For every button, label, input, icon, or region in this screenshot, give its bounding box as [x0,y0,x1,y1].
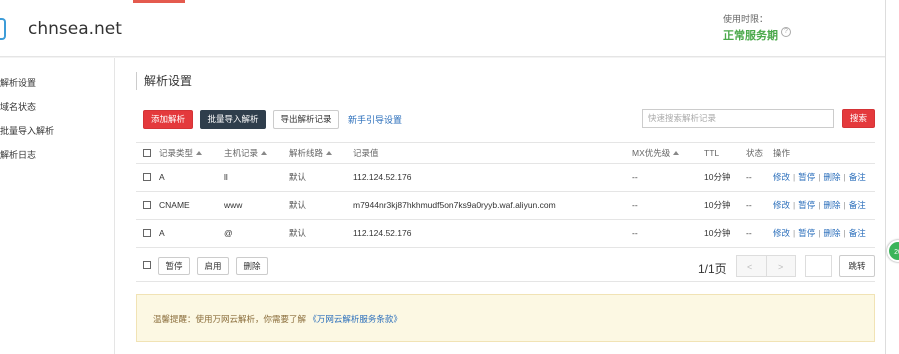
next-page-button[interactable]: > [778,262,783,272]
edit-link[interactable]: 修改 [773,228,790,238]
pause-link[interactable]: 暂停 [798,172,815,182]
row-actions: 修改 | 暂停 | 删除 | 备注 [773,228,866,238]
search-button[interactable]: 搜索 [842,109,875,128]
bulk-pause-button[interactable]: 暂停 [158,257,190,275]
guide-settings-link[interactable]: 新手引导设置 [348,113,402,126]
col-status: 状态 [746,148,764,158]
record-line: 默认 [289,228,307,238]
select-all-checkbox[interactable] [143,149,151,157]
delete-link[interactable]: 删除 [823,172,840,182]
help-icon[interactable]: ? [781,27,791,37]
top-header: chnsea.net 使用时限： 正常服务期 ? [0,0,885,57]
table-header: 记录类型 主机记录 解析线路 记录值 MX优先级 TTL 状态 操作 [136,142,875,164]
record-mx: -- [632,172,638,182]
col-line[interactable]: 解析线路 [289,143,333,165]
record-type: A [159,172,165,182]
page-title: 解析设置 [144,74,193,88]
record-status: -- [746,228,752,238]
sort-icon [673,151,680,155]
active-tab-indicator [133,0,185,3]
jump-button[interactable]: 跳转 [839,255,875,277]
record-status: -- [746,172,752,182]
add-record-button[interactable]: 添加解析 [143,110,193,129]
col-value: 记录值 [353,148,379,158]
record-host: ll [224,172,228,182]
export-records-button[interactable]: 导出解析记录 [273,110,339,129]
record-type: CNAME [159,200,190,210]
service-status: 正常服务期 [723,30,778,42]
pager-text: 1/1页 [698,262,727,276]
col-ttl: TTL [704,148,720,158]
notice-prefix: 温馨提醒：使用万网云解析，你需要了解 [153,314,307,324]
record-value: 112.124.52.176 [353,228,412,238]
record-value: 112.124.52.176 [353,172,412,182]
pause-link[interactable]: 暂停 [798,200,815,210]
prev-page-button[interactable]: < [747,262,752,272]
record-host: @ [224,228,233,238]
footer-select-all-checkbox[interactable] [143,261,151,269]
edit-link[interactable]: 修改 [773,172,790,182]
table-row: A ll 默认 112.124.52.176 -- 10分钟 -- 修改 | 暂停 |… [136,164,875,192]
sidebar-item-dns-settings[interactable]: 解析设置 [0,73,115,93]
usage-period-label: 使用时限： [723,14,769,24]
pause-link[interactable]: 暂停 [798,228,815,238]
bulk-import-button[interactable]: 批量导入解析 [200,110,266,129]
row-actions: 修改 | 暂停 | 删除 | 备注 [773,200,866,210]
page-scrollbar[interactable] [885,0,899,354]
pager-nav: < > [736,255,796,277]
delete-link[interactable]: 删除 [823,200,840,210]
col-line-label: 解析线路 [289,148,324,158]
terms-link[interactable]: 《万网云解析服务条款》 [308,314,402,324]
record-ttl: 10分钟 [704,228,731,238]
note-link[interactable]: 备注 [849,172,866,182]
page-title-bar: 解析设置 [136,72,192,90]
table-footer: 暂停 启用 删除 1/1页 < > 跳转 [136,249,875,282]
record-type: A [159,228,165,238]
record-ttl: 10分钟 [704,172,731,182]
main-content: 解析设置 添加解析 批量导入解析 导出解析记录 新手引导设置 快速搜索解析记录 … [115,58,885,354]
edit-link[interactable]: 修改 [773,200,790,210]
col-ops: 操作 [773,148,791,158]
record-line: 默认 [289,172,307,182]
record-value: m7944nr3kj87hkhmudf5on7ks9a0ryyb.waf.ali… [353,200,556,210]
record-host: www [224,200,243,210]
row-checkbox[interactable] [143,173,151,181]
notice-text: 温馨提醒：使用万网云解析，你需要了解 《万网云解析服务条款》 [153,313,402,325]
sort-icon [196,151,203,155]
bulk-delete-button[interactable]: 删除 [236,257,268,275]
note-link[interactable]: 备注 [849,200,866,210]
col-type[interactable]: 记录类型 [159,143,203,165]
row-actions: 修改 | 暂停 | 删除 | 备注 [773,172,866,182]
col-mx-label: MX优先级 [632,148,671,158]
record-status: -- [746,200,752,210]
record-ttl: 10分钟 [704,200,731,210]
record-line: 默认 [289,200,307,210]
record-mx: -- [632,200,638,210]
note-link[interactable]: 备注 [849,228,866,238]
row-checkbox[interactable] [143,229,151,237]
record-mx: -- [632,228,638,238]
domain-title: chnsea.net [28,19,122,39]
notice-banner: 温馨提醒：使用万网云解析，你需要了解 《万网云解析服务条款》 [136,294,875,342]
sort-icon [326,151,333,155]
delete-link[interactable]: 删除 [823,228,840,238]
row-checkbox[interactable] [143,201,151,209]
table-row: A @ 默认 112.124.52.176 -- 10分钟 -- 修改 | 暂停 | 删… [136,220,875,248]
col-host-label: 主机记录 [224,148,259,158]
sidebar-item-dns-log[interactable]: 解析日志 [0,145,115,165]
bulk-enable-button[interactable]: 启用 [197,257,229,275]
page-number-input[interactable] [805,255,832,277]
sort-icon [261,151,268,155]
col-type-label: 记录类型 [159,148,194,158]
col-host[interactable]: 主机记录 [224,143,268,165]
sidebar-item-domain-status[interactable]: 域名状态 [0,97,115,117]
search-records-input[interactable]: 快速搜索解析记录 [642,109,834,128]
sidebar: 解析设置 域名状态 批量导入解析 解析日志 [0,58,115,354]
col-mx[interactable]: MX优先级 [632,143,680,165]
table-row: CNAME www 默认 m7944nr3kj87hkhmudf5on7ks9a… [136,192,875,220]
sidebar-item-bulk-import[interactable]: 批量导入解析 [0,121,115,141]
domain-logo-icon [0,18,6,40]
